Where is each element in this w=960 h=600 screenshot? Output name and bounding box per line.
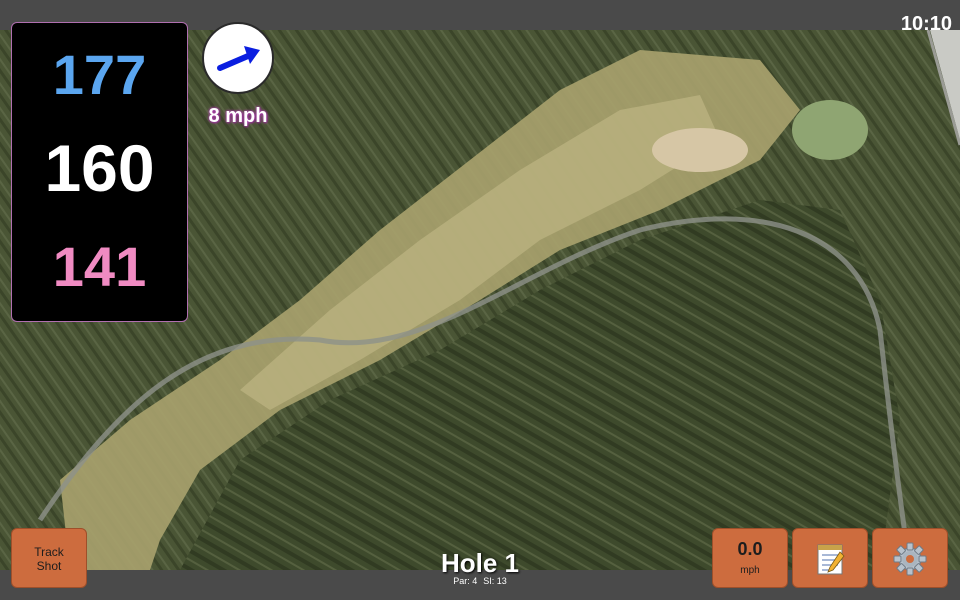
distance-front: 141 xyxy=(52,235,147,298)
wind-indicator xyxy=(202,22,274,94)
settings-button[interactable] xyxy=(872,528,948,588)
wind-arrow-icon xyxy=(217,46,260,71)
track-shot-button[interactable]: Track Shot xyxy=(11,528,87,588)
distance-center: 160 xyxy=(44,131,155,205)
hole-stroke-index: SI: 13 xyxy=(483,576,507,586)
hole-title: Hole 1 xyxy=(440,548,520,578)
track-shot-label-line2: Shot xyxy=(36,559,62,573)
distance-panel: 177 160 141 xyxy=(11,22,188,322)
scorecard-button[interactable] xyxy=(792,528,868,588)
wind-speed: 8 mph xyxy=(208,105,268,127)
notepad-icon xyxy=(817,544,845,575)
distance-back: 177 xyxy=(52,43,147,106)
speed-unit: mph xyxy=(740,565,760,576)
track-shot-label-line1: Track xyxy=(34,545,64,559)
hole-info: Par: 4 SI: 13 xyxy=(380,577,580,586)
speed-button[interactable]: 0.0 mph xyxy=(712,528,788,588)
gear-icon xyxy=(893,542,927,576)
hole-par: Par: 4 xyxy=(453,576,478,586)
status-clock: 10:10 xyxy=(900,13,952,35)
speed-value: 0.0 xyxy=(737,539,763,559)
